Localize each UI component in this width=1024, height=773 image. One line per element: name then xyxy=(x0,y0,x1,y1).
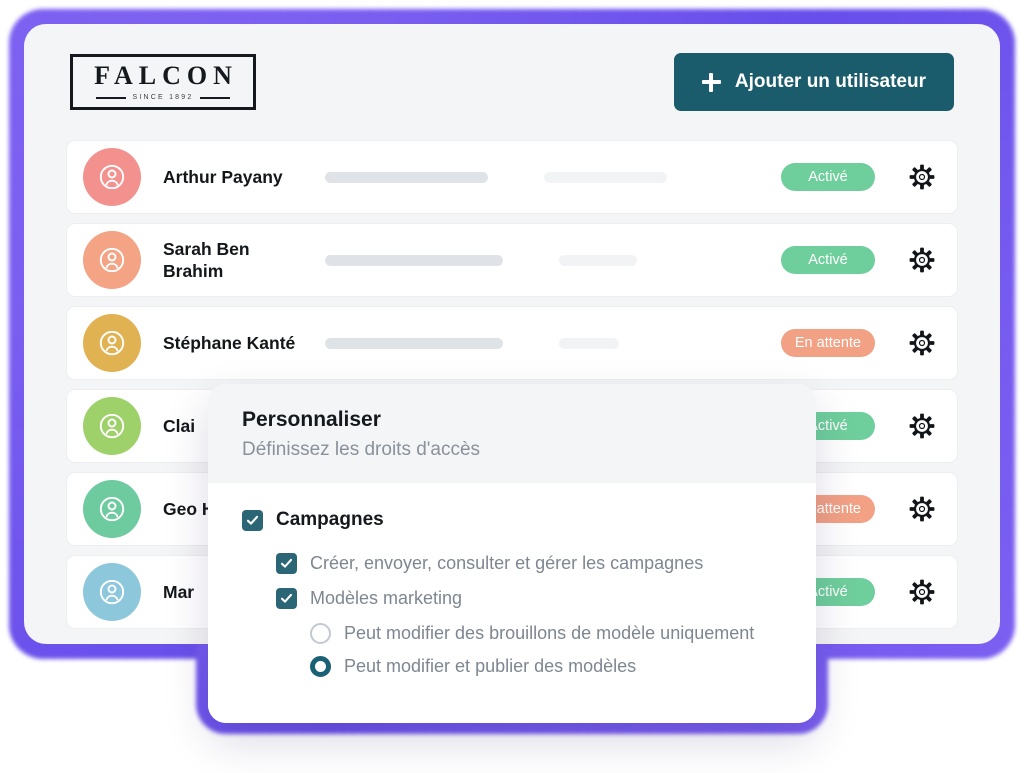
row-placeholder-bars xyxy=(325,254,781,266)
permission-radio-item[interactable]: Peut modifier des brouillons de modèle u… xyxy=(310,623,782,644)
modal-body: Campagnes Créer, envoyer, consulter et g… xyxy=(208,483,816,723)
gear-icon[interactable] xyxy=(909,496,935,522)
placeholder-bar-secondary xyxy=(559,254,637,266)
add-user-button[interactable]: Ajouter un utilisateur xyxy=(673,53,954,111)
user-name: Sarah Ben Brahim xyxy=(163,238,250,281)
gear-icon[interactable] xyxy=(909,164,935,190)
table-row[interactable]: Sarah Ben Brahim Activé xyxy=(66,223,958,297)
permission-child-item[interactable]: Modèles marketing xyxy=(276,588,782,609)
permission-children-list: Créer, envoyer, consulter et gérer les c… xyxy=(242,553,782,609)
user-name: Stéphane Kanté xyxy=(163,332,296,353)
add-user-button-label: Ajouter un utilisateur xyxy=(734,71,926,92)
status-badge: Activé xyxy=(781,163,875,191)
modal-title: Personnaliser xyxy=(242,408,381,431)
placeholder-bar-secondary xyxy=(559,337,619,349)
radio-selected-icon[interactable] xyxy=(310,656,331,677)
table-row[interactable]: Stéphane Kanté En attente xyxy=(66,306,958,380)
permission-child-label: Modèles marketing xyxy=(310,588,463,608)
placeholder-bar-secondary xyxy=(544,171,667,183)
avatar xyxy=(83,563,141,621)
falcon-logo: FALCON SINCE 1892 xyxy=(70,54,256,110)
logo-wordmark: FALCON xyxy=(94,61,238,90)
gear-icon[interactable] xyxy=(909,413,935,439)
status-badge: Activé xyxy=(781,246,875,274)
placeholder-bar-primary xyxy=(325,254,503,266)
checkbox-checked-icon[interactable] xyxy=(242,509,263,531)
gear-icon[interactable] xyxy=(909,247,935,273)
screenshot-stage: FALCON SINCE 1892 Ajouter un utilisateur… xyxy=(0,0,1024,773)
permission-child-label: Créer, envoyer, consulter et gérer les c… xyxy=(310,553,704,573)
logo-subtitle: SINCE 1892 xyxy=(132,94,194,101)
permission-radio-label: Peut modifier et publier des modèles xyxy=(344,656,637,676)
avatar xyxy=(83,397,141,455)
modal-header: Personnaliser Définissez les droits d'ac… xyxy=(208,384,816,483)
permission-group-campagnes[interactable]: Campagnes xyxy=(242,509,782,531)
row-placeholder-bars xyxy=(325,171,781,183)
placeholder-bar-primary xyxy=(325,171,488,183)
permission-group-label: Campagnes xyxy=(276,509,384,530)
table-row[interactable]: Arthur Payany Activé xyxy=(66,140,958,214)
logo-rule-right xyxy=(200,96,231,99)
gear-icon[interactable] xyxy=(909,579,935,605)
placeholder-bar-primary xyxy=(325,337,503,349)
radio-unselected-icon[interactable] xyxy=(310,623,331,644)
checkbox-checked-icon[interactable] xyxy=(276,553,297,574)
status-badge: En attente xyxy=(780,329,875,357)
logo-rule-left xyxy=(95,96,126,99)
permission-radio-label: Peut modifier des brouillons de modèle u… xyxy=(344,623,755,643)
avatar xyxy=(83,480,141,538)
permission-radio-list: Peut modifier des brouillons de modèle u… xyxy=(242,623,782,677)
avatar xyxy=(83,231,141,289)
avatar xyxy=(83,314,141,372)
user-name: Arthur Payany xyxy=(163,166,283,187)
permission-radio-item[interactable]: Peut modifier et publier des modèles xyxy=(310,656,782,677)
permissions-modal: Personnaliser Définissez les droits d'ac… xyxy=(208,384,816,723)
gear-icon[interactable] xyxy=(909,330,935,356)
logo-subtitle-wrap: SINCE 1892 xyxy=(73,94,253,101)
avatar xyxy=(83,148,141,206)
card-header: FALCON SINCE 1892 Ajouter un utilisateur xyxy=(24,24,1000,140)
modal-subtitle: Définissez les droits d'accès xyxy=(242,439,481,460)
checkbox-checked-icon[interactable] xyxy=(276,588,297,609)
plus-icon xyxy=(701,72,721,92)
row-placeholder-bars xyxy=(325,337,781,349)
permission-child-item[interactable]: Créer, envoyer, consulter et gérer les c… xyxy=(276,553,782,574)
